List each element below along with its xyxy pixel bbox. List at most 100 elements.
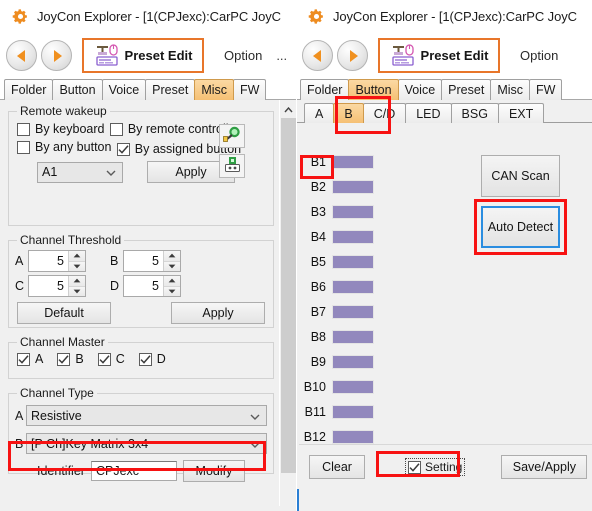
- vertical-scrollbar[interactable]: [279, 100, 296, 506]
- tab-preset[interactable]: Preset: [145, 79, 196, 100]
- subtab-ext[interactable]: EXT: [497, 103, 545, 123]
- threshold-c[interactable]: C 5: [15, 275, 86, 297]
- spinner-down-icon[interactable]: [164, 286, 180, 296]
- list-item[interactable]: B6: [302, 276, 374, 297]
- can-scan-button[interactable]: CAN Scan: [481, 155, 560, 197]
- button-color-swatch[interactable]: [332, 179, 374, 194]
- button-color-swatch[interactable]: [332, 329, 374, 344]
- preset-edit-button[interactable]: Preset Edit: [82, 38, 204, 73]
- auto-detect-button[interactable]: Auto Detect: [481, 206, 560, 248]
- threshold-b[interactable]: B 5: [110, 250, 181, 272]
- tab-voice[interactable]: Voice: [397, 79, 443, 100]
- checkbox-box: [109, 122, 123, 136]
- spinner-down-icon[interactable]: [164, 261, 180, 271]
- spinner-up-icon[interactable]: [164, 251, 180, 262]
- list-item[interactable]: B5: [302, 251, 374, 272]
- checkbox-by-any-button[interactable]: By any button: [17, 140, 111, 154]
- tab-folder[interactable]: Folder: [300, 79, 350, 100]
- back-button[interactable]: [6, 40, 37, 71]
- subtab-led[interactable]: LED: [405, 103, 452, 123]
- scroll-up-button[interactable]: [280, 100, 296, 117]
- threshold-d-spinner[interactable]: 5: [123, 275, 181, 297]
- button-color-swatch[interactable]: [332, 229, 374, 244]
- button-color-swatch[interactable]: [332, 379, 374, 394]
- button-label: B8: [310, 329, 326, 344]
- clear-button[interactable]: Clear: [309, 455, 365, 479]
- identifier-modify-button[interactable]: Modify: [182, 460, 245, 482]
- checkbox-master-b[interactable]: B: [57, 352, 84, 366]
- button-color-swatch[interactable]: [332, 204, 374, 219]
- assigned-button-select[interactable]: A1: [37, 161, 123, 183]
- tab-fw[interactable]: FW: [233, 79, 267, 100]
- tab-button[interactable]: Button: [52, 79, 103, 100]
- checkbox-master-c[interactable]: C: [97, 352, 125, 366]
- spinner-arrows[interactable]: [163, 251, 180, 271]
- option-menu[interactable]: Option: [224, 48, 262, 63]
- list-item[interactable]: B2: [302, 176, 374, 197]
- checkbox-master-d[interactable]: D: [138, 352, 166, 366]
- forward-button[interactable]: [41, 40, 72, 71]
- option-menu[interactable]: Option: [520, 48, 558, 63]
- checkbox-by-keyboard[interactable]: By keyboard: [17, 122, 104, 136]
- spinner-up-icon[interactable]: [69, 251, 85, 262]
- button-color-swatch[interactable]: [332, 354, 374, 369]
- remote-wakeup-group: Remote wakeup By keyboard By remote cont…: [8, 104, 274, 226]
- threshold-d[interactable]: D 5: [110, 275, 181, 297]
- tab-button[interactable]: Button: [348, 79, 399, 100]
- channel-type-a-select[interactable]: Resistive: [26, 405, 267, 426]
- spinner-up-icon[interactable]: [164, 276, 180, 287]
- list-item[interactable]: B1: [302, 151, 374, 172]
- button-color-swatch[interactable]: [332, 429, 374, 444]
- checkbox-master-a[interactable]: A: [17, 352, 43, 366]
- list-item[interactable]: B3: [302, 201, 374, 222]
- setting-checkbox[interactable]: Setting: [405, 458, 466, 476]
- save-apply-button[interactable]: Save/Apply: [501, 455, 588, 479]
- forward-button[interactable]: [337, 40, 368, 71]
- back-button[interactable]: [302, 40, 333, 71]
- threshold-b-spinner[interactable]: 5: [123, 250, 181, 272]
- title-bar: JoyCon Explorer - [1(CPJexc):CarPC JoyC: [296, 0, 592, 33]
- button-color-swatch[interactable]: [332, 404, 374, 419]
- threshold-default-button[interactable]: Default: [17, 302, 111, 324]
- spinner-arrows[interactable]: [68, 251, 85, 271]
- tab-preset[interactable]: Preset: [441, 79, 492, 100]
- list-item[interactable]: B9: [302, 351, 374, 372]
- tab-misc[interactable]: Misc: [490, 79, 531, 100]
- tab-misc[interactable]: Misc: [194, 79, 235, 100]
- list-item[interactable]: B4: [302, 226, 374, 247]
- subtab-bsg[interactable]: BSG: [450, 103, 499, 123]
- toolbar-overflow[interactable]: ...: [276, 48, 287, 63]
- threshold-b-label: B: [110, 254, 119, 268]
- spinner-down-icon[interactable]: [69, 261, 85, 271]
- spinner-arrows[interactable]: [68, 276, 85, 296]
- tab-folder[interactable]: Folder: [4, 79, 54, 100]
- spinner-arrows[interactable]: [163, 276, 180, 296]
- subtab-a[interactable]: A: [304, 103, 335, 123]
- button-color-swatch[interactable]: [332, 154, 374, 169]
- channel-type-b-select[interactable]: [P Ch]Key Matrix 3x4: [26, 433, 267, 454]
- channel-type-b-value: [P Ch]Key Matrix 3x4: [31, 436, 149, 451]
- button-channel-list: B1 B2 B3 B4 B5 B6 B7 B8 B9 B10 B11 B12: [302, 151, 374, 451]
- threshold-a-spinner[interactable]: 5: [28, 250, 86, 272]
- tab-voice[interactable]: Voice: [101, 79, 147, 100]
- identifier-input[interactable]: CPJexc: [90, 461, 177, 481]
- spinner-down-icon[interactable]: [69, 286, 85, 296]
- threshold-apply-button[interactable]: Apply: [171, 302, 265, 324]
- power-socket-icon-button[interactable]: [219, 154, 245, 178]
- list-item[interactable]: B10: [302, 376, 374, 397]
- button-color-swatch[interactable]: [332, 254, 374, 269]
- plug-connector-icon-button[interactable]: [219, 124, 245, 148]
- tab-fw[interactable]: FW: [529, 79, 563, 100]
- list-item[interactable]: B8: [302, 326, 374, 347]
- button-color-swatch[interactable]: [332, 304, 374, 319]
- preset-edit-button[interactable]: Preset Edit: [378, 38, 500, 73]
- threshold-c-spinner[interactable]: 5: [28, 275, 86, 297]
- subtab-b[interactable]: B: [333, 103, 364, 123]
- list-item[interactable]: B11: [302, 401, 374, 422]
- scrollbar-thumb[interactable]: [281, 118, 296, 473]
- spinner-up-icon[interactable]: [69, 276, 85, 287]
- button-color-swatch[interactable]: [332, 279, 374, 294]
- subtab-cd[interactable]: C/D: [362, 103, 407, 123]
- threshold-a[interactable]: A 5: [15, 250, 86, 272]
- list-item[interactable]: B7: [302, 301, 374, 322]
